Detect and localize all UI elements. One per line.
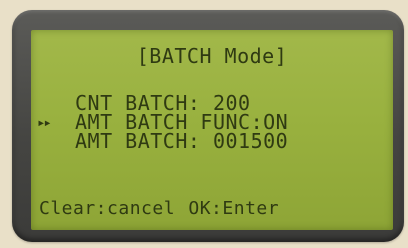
lcd-screen: [BATCH Mode] ▸▸ CNT BATCH: 200 AMT BATCH… [31, 30, 393, 230]
menu-item-amt-batch[interactable]: AMT BATCH: 001500 [75, 131, 288, 151]
footer-hint: Clear:cancel OK:Enter [39, 198, 280, 219]
selection-cursor-icon: ▸▸ [37, 115, 52, 131]
screen-title: [BATCH Mode] [136, 44, 288, 68]
